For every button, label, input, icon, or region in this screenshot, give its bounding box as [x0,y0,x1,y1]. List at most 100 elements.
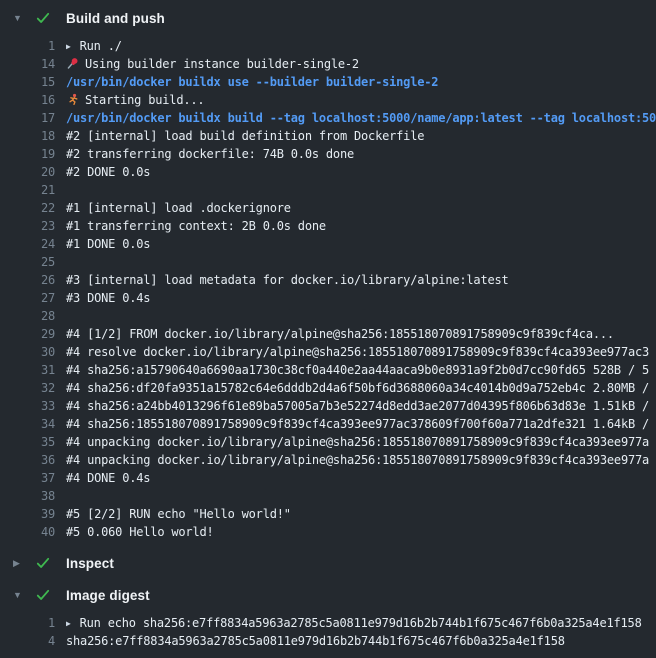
log-line: 28 [0,307,656,325]
line-number[interactable]: 36 [0,451,55,469]
log-line: 26 #3 [internal] load metadata for docker… [0,271,656,289]
line-number[interactable]: 22 [0,199,55,217]
line-text: #4 sha256:185518070891758909c9f839cf4ca3… [66,415,656,433]
line-text: #3 [internal] load metadata for docker.i… [66,271,656,289]
log-line: 32 #4 sha256:df20fa9351a15782c64e6dddb2d4… [0,379,656,397]
play-icon[interactable]: ▶ [66,615,71,632]
line-text-content: #4 unpacking docker.io/library/alpine@sh… [66,453,649,467]
section-header-build-and-push[interactable]: ▼ Build and push [0,8,656,28]
line-text [66,487,656,505]
line-text[interactable]: ▶ Run ./ [66,37,656,55]
log-line: 20#2 DONE 0.0s [0,163,656,181]
check-icon [35,587,51,603]
line-number[interactable]: 28 [0,307,55,325]
line-text-content: #2 transferring dockerfile: 74B 0.0s don… [66,147,354,161]
line-number[interactable]: 24 [0,235,55,253]
line-number[interactable]: 23 [0,217,55,235]
log-line: 25 [0,253,656,271]
log-line: 23#1 transferring context: 2B 0.0s done [0,217,656,235]
line-number[interactable]: 25 [0,253,55,271]
line-text: /usr/bin/docker buildx build --tag local… [66,109,656,127]
line-text: #4 unpacking docker.io/library/alpine@sh… [66,433,656,451]
log-line: 1 ▶ Run ./ [0,37,656,55]
log-line: 15/usr/bin/docker buildx use --builder b… [0,73,656,91]
section-header-image-digest[interactable]: ▼Image digest [0,585,656,605]
line-number[interactable]: 38 [0,487,55,505]
line-text-content: Run ./ [80,39,122,53]
log-line: 24#1 DONE 0.0s [0,235,656,253]
line-text-content: sha256:e7ff8834a5963a2785c5a0811e979d16b… [66,634,565,648]
log-line: 36 #4 unpacking docker.io/library/alpine@… [0,451,656,469]
runner-icon [66,91,79,109]
line-text: #2 transferring dockerfile: 74B 0.0s don… [66,145,656,163]
line-text-content: #4 unpacking docker.io/library/alpine@sh… [66,435,649,449]
line-number[interactable]: 40 [0,523,55,541]
line-number[interactable]: 4 [0,632,55,650]
line-number[interactable]: 19 [0,145,55,163]
line-number[interactable]: 32 [0,379,55,397]
log-line: 4 sha256:e7ff8834a5963a2785c5a0811e979d16… [0,632,656,650]
line-number[interactable]: 26 [0,271,55,289]
line-text-content: #4 DONE 0.4s [66,471,150,485]
log-line: 29 #4 [1/2] FROM docker.io/library/alpine… [0,325,656,343]
line-text-content: #4 [1/2] FROM docker.io/library/alpine@s… [66,327,614,341]
line-text-content: #5 0.060 Hello world! [66,525,214,539]
log-line: 22 #1 [internal] load .dockerignore [0,199,656,217]
log-line: 31 #4 sha256:a15790640a6690aa1730c38cf0a4… [0,361,656,379]
line-text: #2 [internal] load build definition from… [66,127,656,145]
line-text-content: #1 [internal] load .dockerignore [66,201,291,215]
line-number[interactable]: 30 [0,343,55,361]
log-line: 1 ▶Run echo sha256:e7ff8834a5963a2785c5a0… [0,614,656,632]
log-line: 30 #4 resolve docker.io/library/alpine@sh… [0,343,656,361]
line-number[interactable]: 16 [0,91,55,109]
line-text-content: Using builder instance builder-single-2 [85,57,359,71]
line-number[interactable]: 37 [0,469,55,487]
line-text: #4 sha256:a24bb4013296f61e89ba57005a7b3e… [66,397,656,415]
log-line: 21 [0,181,656,199]
section-header-inspect[interactable]: ▶Inspect [0,553,656,573]
line-text: #4 sha256:df20fa9351a15782c64e6dddb2d4a6… [66,379,656,397]
line-number[interactable]: 14 [0,55,55,73]
section-title: Build and push [66,11,165,26]
line-text: #5 [2/2] RUN echo "Hello world!" [66,505,656,523]
chevron-down-icon: ▼ [13,8,25,28]
line-text-content: #3 DONE 0.4s [66,291,150,305]
line-text: #4 unpacking docker.io/library/alpine@sh… [66,451,656,469]
line-number[interactable]: 20 [0,163,55,181]
log-line: 18 #2 [internal] load build definition fr… [0,127,656,145]
line-text-content: #3 [internal] load metadata for docker.i… [66,273,509,287]
line-number[interactable]: 35 [0,433,55,451]
line-text-content: /usr/bin/docker buildx use --builder bui… [66,75,438,89]
line-number[interactable]: 33 [0,397,55,415]
line-text-content: #4 sha256:a24bb4013296f61e89ba57005a7b3e… [66,399,649,413]
line-number[interactable]: 34 [0,415,55,433]
line-number[interactable]: 29 [0,325,55,343]
line-text: Starting build... [66,91,656,109]
line-number[interactable]: 31 [0,361,55,379]
line-text: #1 [internal] load .dockerignore [66,199,656,217]
line-number[interactable]: 15 [0,73,55,91]
play-icon[interactable]: ▶ [66,38,71,55]
log-line: 17/usr/bin/docker buildx build --tag loc… [0,109,656,127]
line-text [66,253,656,271]
line-text-content: #4 sha256:df20fa9351a15782c64e6dddb2d4a6… [66,381,649,395]
line-number[interactable]: 21 [0,181,55,199]
line-number[interactable]: 17 [0,109,55,127]
line-text-content: #4 sha256:a15790640a6690aa1730c38cf0a440… [66,363,649,377]
log-line: 35 #4 unpacking docker.io/library/alpine@… [0,433,656,451]
line-text[interactable]: ▶Run echo sha256:e7ff8834a5963a2785c5a08… [66,614,656,632]
line-text-content: #4 sha256:185518070891758909c9f839cf4ca3… [66,417,649,431]
line-text: #4 resolve docker.io/library/alpine@sha2… [66,343,656,361]
log-line: 33 #4 sha256:a24bb4013296f61e89ba57005a7b… [0,397,656,415]
log-line: 16 Starting build... [0,91,656,109]
line-number[interactable]: 27 [0,289,55,307]
line-number[interactable]: 1 [0,37,55,55]
line-number[interactable]: 39 [0,505,55,523]
line-number[interactable]: 18 [0,127,55,145]
section-title: Inspect [66,556,114,571]
log-line: 40 #5 0.060 Hello world! [0,523,656,541]
log-line: 39 #5 [2/2] RUN echo "Hello world!" [0,505,656,523]
log-line: 14 Using builder instance builder-single-… [0,55,656,73]
line-number[interactable]: 1 [0,614,55,632]
line-text: #4 [1/2] FROM docker.io/library/alpine@s… [66,325,656,343]
